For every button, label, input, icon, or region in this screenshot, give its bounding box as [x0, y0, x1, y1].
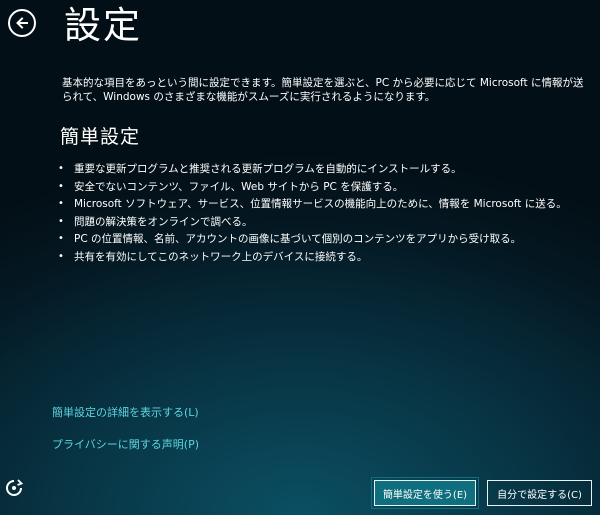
- bullet-icon: •: [58, 250, 64, 262]
- customize-button[interactable]: 自分で設定する(C): [487, 480, 592, 506]
- list-item: • Microsoft ソフトウェア、サービス、位置情報サービスの機能向上のために…: [58, 195, 567, 213]
- list-item-text: 問題の解決策をオンラインで調べる。: [74, 215, 253, 228]
- list-item-text: PC の位置情報、名前、アカウントの画像に基づいて個別のコンテンツをアプリから受…: [74, 233, 522, 246]
- list-item-text: 安全でないコンテンツ、ファイル、Web サイトから PC を保護する。: [74, 180, 404, 193]
- list-item: • PC の位置情報、名前、アカウントの画像に基づいて個別のコンテンツをアプリから…: [58, 230, 567, 248]
- bullet-icon: •: [58, 233, 64, 245]
- bullet-icon: •: [58, 198, 64, 210]
- express-settings-heading: 簡単設定: [60, 126, 141, 148]
- list-item: • 共有を有効にしてこのネットワーク上のデバイスに接続する。: [58, 248, 567, 266]
- use-express-settings-button[interactable]: 簡単設定を使う(E): [371, 477, 479, 509]
- page-title: 設定: [64, 4, 142, 47]
- list-item-text: 重要な更新プログラムと推奨される更新プログラムを自動的にインストールする。: [74, 163, 462, 176]
- list-item-text: 共有を有効にしてこのネットワーク上のデバイスに接続する。: [74, 250, 368, 263]
- express-details-link[interactable]: 簡単設定の詳細を表示する(L): [52, 404, 199, 420]
- back-button[interactable]: [8, 9, 36, 37]
- express-settings-list: • 重要な更新プログラムと推奨される更新プログラムを自動的にインストールする。 •…: [58, 160, 567, 265]
- list-item: • 問題の解決策をオンラインで調べる。: [58, 213, 567, 231]
- bullet-icon: •: [58, 180, 64, 192]
- list-item: • 重要な更新プログラムと推奨される更新プログラムを自動的にインストールする。: [58, 160, 567, 178]
- list-item: • 安全でないコンテンツ、ファイル、Web サイトから PC を保護する。: [58, 178, 567, 196]
- privacy-statement-link[interactable]: プライバシーに関する声明(P): [52, 436, 199, 452]
- bullet-icon: •: [58, 215, 64, 227]
- bullet-icon: •: [58, 163, 64, 175]
- intro-text: 基本的な項目をあっという間に設定できます。簡単設定を選ぶと、PC から必要に応じ…: [62, 77, 584, 103]
- ease-of-access-icon[interactable]: [4, 478, 24, 498]
- list-item-text: Microsoft ソフトウェア、サービス、位置情報サービスの機能向上のために、…: [74, 198, 567, 211]
- back-arrow-icon: [16, 17, 28, 29]
